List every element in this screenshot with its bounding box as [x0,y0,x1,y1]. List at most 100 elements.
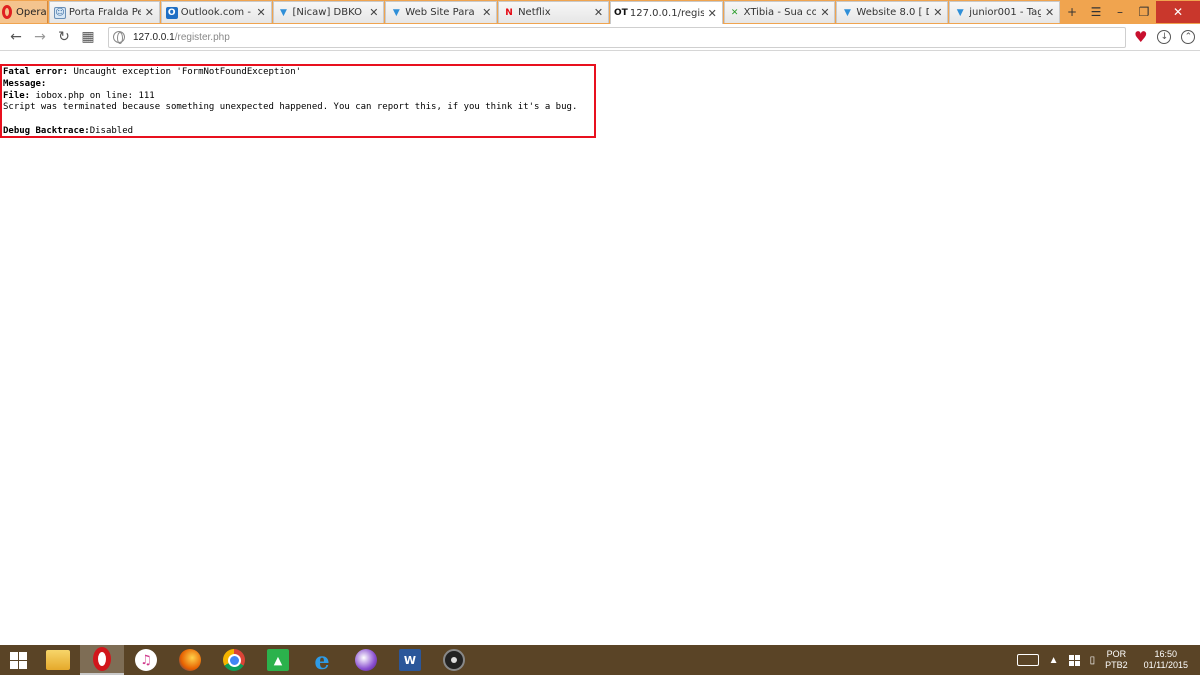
firefox-icon [179,649,201,671]
language-top: POR [1106,649,1127,659]
close-tab-icon[interactable]: ✕ [257,6,267,19]
opera-icon [93,647,111,671]
close-tab-icon[interactable]: ✕ [594,6,604,19]
tab-outlook[interactable]: O Outlook.com - Ne ✕ [160,1,272,23]
address-bar-actions: ♥ ↓ ⌃ [1134,28,1196,46]
media-orb-icon [355,649,377,671]
close-window-icon[interactable]: ✕ [1156,1,1200,23]
taskbar-internet-explorer[interactable]: e [300,645,344,675]
new-tab-button[interactable]: + [1060,1,1084,23]
taskbar-camtasia[interactable]: ▲ [256,645,300,675]
speed-dial-grid-icon[interactable]: ▦ [76,25,100,49]
close-tab-icon[interactable]: ✕ [933,6,943,19]
fatal-error-text: Uncaught exception 'FormNotFoundExceptio… [68,67,302,77]
close-tab-icon[interactable]: ✕ [708,7,718,20]
globe-icon [113,31,125,44]
debug-backtrace-label: Debug Backtrace: [3,125,90,136]
language-indicator[interactable]: POR PTB2 [1105,649,1128,671]
heart-icon[interactable]: ♥ [1134,28,1147,46]
netflix-favicon-icon: N [505,7,513,18]
tab-xtibia[interactable]: ✕ XTibia - Sua com ✕ [723,1,836,23]
action-center-flag-icon[interactable] [1068,654,1080,666]
url-path: /register.php [174,31,230,43]
tab-title: Website 8.0 [ Dbo [856,7,929,18]
tab-strip: Opera ☺ Porta Fralda Perso ✕ O Outlook.c… [0,0,1200,24]
touch-keyboard-icon[interactable] [1016,654,1039,666]
folder-icon [46,650,70,670]
minimize-icon[interactable]: – [1108,1,1132,23]
navigation-bar: ← → ↻ ▦ 127.0.0.1 /register.php ♥ ↓ ⌃ [0,24,1200,51]
tab-title: Outlook.com - Ne [180,7,253,18]
camtasia-icon: ▲ [267,649,289,671]
internet-explorer-icon: e [314,645,330,675]
pokeball-icon [443,649,465,671]
v-favicon-icon: ▼ [843,7,851,18]
tab-netflix[interactable]: N Netflix ✕ [498,1,609,23]
tab-title: junior001 - Tags [969,7,1041,18]
ot-favicon-icon: OT [613,8,628,18]
chrome-icon [223,649,245,671]
taskbar-firefox[interactable] [168,645,212,675]
v-favicon-icon: ▼ [956,7,964,18]
battery-icon[interactable]: ▯ [1090,655,1096,666]
download-icon[interactable]: ↓ [1157,30,1172,44]
xtibia-favicon-icon: ✕ [730,7,739,18]
tab-porta-fralda[interactable]: ☺ Porta Fralda Perso ✕ [48,1,160,23]
close-tab-icon[interactable]: ✕ [145,6,155,19]
opera-menu-label: Opera [16,6,47,18]
window-controls: + ☰ – ❐ ✕ [1060,0,1200,24]
taskbar-opera[interactable] [80,645,124,675]
tab-register-active[interactable]: OT 127.0.0.1/register ✕ [609,1,723,24]
tab-title: [Nicaw] DBKO Te [292,7,366,18]
tab-junior001[interactable]: ▼ junior001 - Tags ✕ [949,1,1060,23]
back-arrow-icon[interactable]: ← [4,25,28,49]
file-text: iobox.php on line: 111 [30,90,155,101]
taskbar-itunes[interactable]: ♫ [124,645,168,675]
error-box: Fatal error: Uncaught exception 'FormNot… [0,64,596,138]
tab-web-site[interactable]: ▼ Web Site Para Dbk ✕ [385,1,498,23]
script-terminated-text: Script was terminated because something … [3,102,578,113]
close-tab-icon[interactable]: ✕ [1045,6,1055,19]
itunes-icon: ♫ [135,649,157,671]
tab-menu-icon[interactable]: ☰ [1084,1,1108,23]
word-icon: W [399,649,421,671]
clock-time: 16:50 [1154,649,1178,659]
reload-icon[interactable]: ↻ [52,25,76,49]
message-label: Message: [3,78,47,89]
page-content: Fatal error: Uncaught exception 'FormNot… [0,52,1200,645]
baby-favicon-icon: ☺ [53,6,66,19]
taskbar-file-explorer[interactable] [36,645,80,675]
opera-logo-icon [2,5,12,19]
tab-nicaw-dbko[interactable]: ▼ [Nicaw] DBKO Te ✕ [272,1,385,23]
file-label: File: [3,90,31,101]
outlook-favicon-icon: O [165,6,178,19]
taskbar-pokeball-app[interactable] [432,645,476,675]
tab-title: 127.0.0.1/register [629,7,704,19]
tab-title: Web Site Para Dbk [405,7,478,18]
restore-icon[interactable]: ❐ [1132,1,1156,23]
v-favicon-icon: ▼ [280,7,287,18]
system-tray: ▲ ▯ POR PTB2 16:50 01/11/2015 [1016,645,1200,675]
debug-backtrace-value: Disabled [89,125,134,136]
windows-logo-icon [9,651,27,669]
clock[interactable]: 16:50 01/11/2015 [1144,649,1188,671]
start-button[interactable] [0,645,36,675]
tab-website-80[interactable]: ▼ Website 8.0 [ Dbo ✕ [836,1,949,23]
taskbar-word[interactable]: W [388,645,432,675]
taskbar: ♫ ▲ e W ▲ ▯ POR PTB2 16:50 01/11/2015 [0,645,1200,675]
close-tab-icon[interactable]: ✕ [482,6,492,19]
tab-title: Netflix [518,7,551,18]
opera-menu-button[interactable]: Opera [0,1,48,23]
opera-menu-icon[interactable]: ⌃ [1181,30,1196,44]
taskbar-chrome[interactable] [212,645,256,675]
show-hidden-icons-icon[interactable]: ▲ [1049,655,1059,666]
close-tab-icon[interactable]: ✕ [369,6,379,19]
address-bar[interactable]: 127.0.0.1 /register.php [108,26,1126,48]
taskbar-media-orb[interactable] [344,645,388,675]
tab-title: XTibia - Sua com [743,7,817,18]
tab-title: Porta Fralda Perso [68,7,141,18]
close-tab-icon[interactable]: ✕ [820,6,830,19]
forward-arrow-icon[interactable]: → [28,25,52,49]
fatal-error-label: Fatal error: [3,67,69,77]
url-host: 127.0.0.1 [133,31,175,43]
